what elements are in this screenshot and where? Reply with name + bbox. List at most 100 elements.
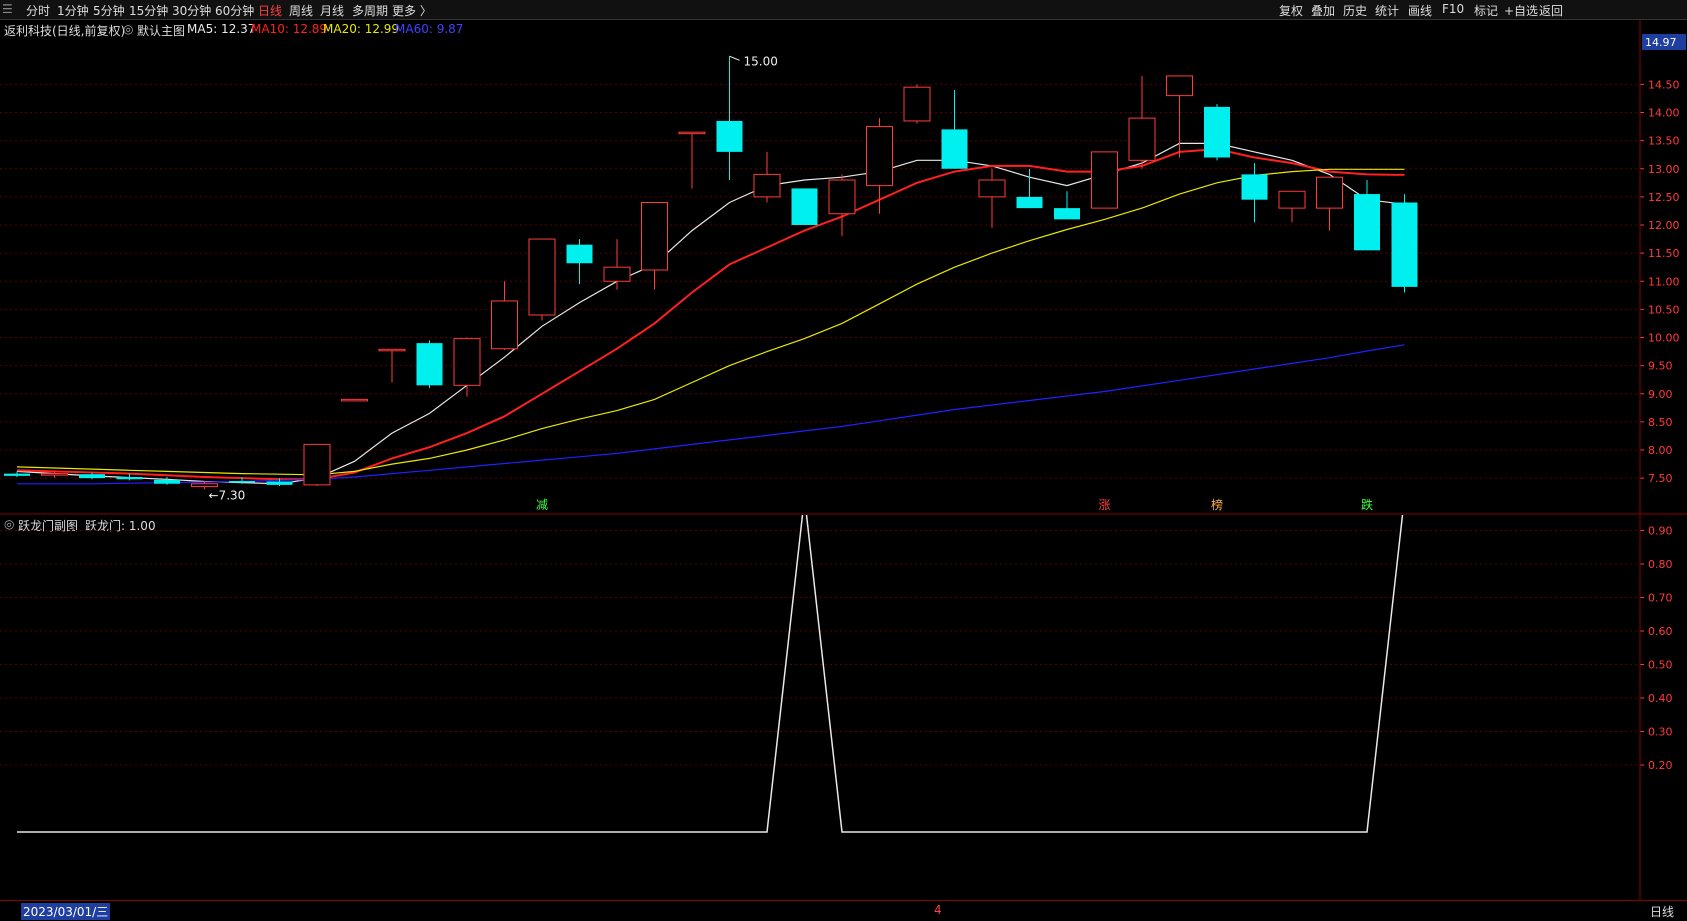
candle-body-up	[753, 173, 781, 198]
tab-fenshi[interactable]: 分时	[26, 2, 50, 19]
y-tick-label: 12.00	[1648, 219, 1680, 232]
back-button[interactable]: 返回	[1539, 2, 1563, 19]
candle-body-down	[1016, 196, 1043, 209]
tab-60min[interactable]: 60分钟	[215, 2, 254, 19]
candle-body-up	[828, 179, 856, 215]
sub-y-tick-label: 0.30	[1648, 726, 1673, 739]
candle-body-down	[791, 188, 818, 225]
high-annotation: 15.00	[744, 54, 778, 68]
y-tick-label: 14.00	[1648, 107, 1680, 120]
candle-body-up	[341, 398, 368, 402]
candle-body-up	[303, 443, 331, 486]
candle-body-down	[416, 343, 443, 386]
candle-body-up	[641, 202, 668, 271]
mark-button[interactable]: 标记	[1474, 2, 1498, 19]
y-tick-label: 9.00	[1648, 388, 1673, 401]
y-tick-label: 9.50	[1648, 360, 1673, 373]
sub-y-tick-label: 0.80	[1648, 558, 1673, 571]
month-marker: 4	[934, 903, 942, 917]
candle-body-down	[941, 129, 968, 169]
candle-body-down	[4, 473, 30, 476]
tab-5min[interactable]: 5分钟	[93, 2, 125, 19]
overlay-button[interactable]: 叠加	[1311, 2, 1335, 19]
candle-body-down	[1054, 208, 1080, 220]
y-tick-label: 8.50	[1648, 416, 1673, 429]
tab-monthly[interactable]: 月线	[320, 2, 344, 19]
y-tick-label: 12.50	[1648, 191, 1680, 204]
tab-more[interactable]: 更多 〉	[392, 2, 432, 19]
ma-line-ma5	[16, 142, 1405, 485]
event-label: 涨	[1099, 497, 1111, 512]
candle-body-up	[378, 348, 406, 352]
candle-body-up	[1278, 190, 1306, 209]
stats-button[interactable]: 统计	[1375, 2, 1399, 19]
sub-y-tick-label: 0.50	[1648, 659, 1673, 672]
event-label: 榜	[1211, 497, 1223, 512]
y-tick-label: 11.50	[1648, 247, 1680, 260]
current-price-text: 14.97	[1645, 36, 1677, 49]
candle-body-up	[978, 179, 1006, 198]
ma-line-ma20	[16, 168, 1405, 476]
tab-daily[interactable]: 日线	[258, 2, 282, 19]
history-button[interactable]: 历史	[1343, 2, 1367, 19]
y-tick-label: 14.50	[1648, 78, 1680, 91]
y-tick-label: 13.00	[1648, 163, 1680, 176]
high-pointer	[729, 55, 740, 61]
sub-y-tick-label: 0.20	[1648, 759, 1673, 772]
candle-body-down	[716, 120, 743, 152]
candle-body-up	[603, 266, 631, 282]
candle-body-down	[1204, 106, 1230, 158]
candle-body-down	[566, 244, 593, 264]
crosshair-date: 2023/03/01/三	[21, 903, 111, 920]
candle-body-up	[678, 131, 706, 135]
candle-body-up	[528, 238, 556, 316]
sub-y-tick-label: 0.70	[1648, 592, 1673, 605]
date-bar: 2023/03/01/三 4 日线	[0, 900, 1687, 921]
candle-body-up	[1128, 117, 1156, 161]
candle-body-up	[491, 300, 518, 350]
y-tick-label: 7.50	[1648, 472, 1673, 485]
period-label: 日线	[1650, 905, 1675, 919]
ma-line-ma10	[16, 148, 1405, 481]
candle-body-down	[1391, 202, 1418, 287]
candle-body-up	[903, 86, 931, 122]
candle-body-up	[1166, 75, 1193, 97]
tab-30min[interactable]: 30分钟	[172, 2, 211, 19]
tab-1min[interactable]: 1分钟	[57, 2, 89, 19]
sub-y-tick-label: 0.90	[1648, 525, 1673, 538]
period-toolbar: ☰ 分时 1分钟 5分钟 15分钟 30分钟 60分钟 日线 周线 月线 多周期…	[0, 0, 1687, 20]
tab-weekly[interactable]: 周线	[289, 2, 313, 19]
y-tick-label: 10.00	[1648, 332, 1680, 345]
candle-body-down	[154, 479, 180, 484]
candle-body-down	[116, 477, 143, 480]
yuelongmen-chart[interactable]: 1.000.900.800.700.600.500.400.300.20	[0, 515, 1687, 900]
candle-body-down	[1354, 194, 1380, 251]
event-label: 跌	[1361, 497, 1373, 512]
candle-body-down	[79, 474, 105, 479]
candle-body-down	[266, 481, 293, 485]
y-tick-label: 11.00	[1648, 275, 1680, 288]
y-tick-label: 13.50	[1648, 135, 1680, 148]
fuquan-button[interactable]: 复权	[1279, 2, 1303, 19]
candle-body-up	[453, 338, 481, 386]
candle-body-up	[1091, 151, 1118, 209]
candlestick-chart[interactable]: 14.50 14.00 13.50 13.00 12.50 12.00 11.50 11.00…	[0, 20, 1687, 515]
sub-y-tick-label: 0.60	[1648, 625, 1673, 638]
candle-body-up	[41, 473, 68, 476]
y-tick-label: 10.50	[1648, 303, 1680, 316]
draw-button[interactable]: 画线	[1408, 2, 1432, 19]
yuelongmen-line	[17, 515, 1404, 833]
candle-body-up	[866, 126, 893, 187]
f10-button[interactable]: F10	[1442, 2, 1464, 16]
y-tick-label: 8.00	[1648, 444, 1673, 457]
add-watchlist-button[interactable]: +自选	[1504, 2, 1538, 19]
candle-body-up	[1316, 176, 1343, 209]
candle-body-up	[191, 483, 218, 488]
tab-multi-period[interactable]: 多周期	[352, 2, 388, 19]
event-label: 减	[536, 498, 548, 512]
candle-body-down	[1241, 174, 1268, 200]
candle-body-down	[229, 480, 255, 483]
tab-15min[interactable]: 15分钟	[129, 2, 168, 19]
low-annotation: ←7.30	[209, 488, 246, 502]
menu-icon[interactable]: ☰	[2, 2, 13, 16]
